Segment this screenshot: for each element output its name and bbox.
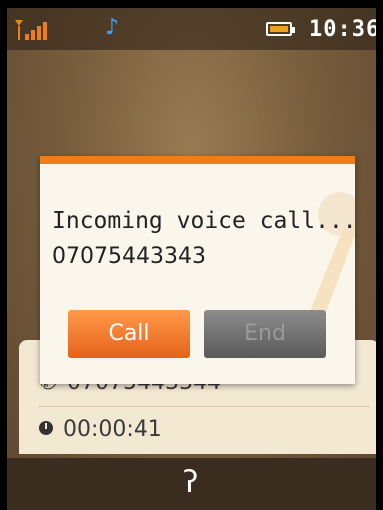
caller-number: 07075443343 bbox=[52, 244, 206, 269]
status-time: 10:36 bbox=[309, 17, 376, 42]
divider bbox=[39, 406, 369, 407]
clock-icon bbox=[39, 421, 53, 435]
call-duration-row: 00:00:41 bbox=[39, 417, 162, 442]
hearing-icon[interactable]: ʔ bbox=[183, 466, 198, 500]
incoming-call-message: Incoming voice call... bbox=[52, 208, 355, 234]
phone-screen: ♪ 10:36 ✆07075443344 00:00:41 ʔ Incoming… bbox=[7, 8, 376, 510]
signal-bars-icon bbox=[15, 20, 47, 40]
music-note-icon: ♪ bbox=[105, 15, 120, 40]
end-button[interactable]: End bbox=[204, 310, 326, 358]
incoming-call-dialog: Incoming voice call... 07075443343 Call … bbox=[40, 156, 355, 384]
call-duration: 00:00:41 bbox=[63, 417, 162, 442]
battery-icon bbox=[266, 22, 295, 36]
status-bar: ♪ 10:36 bbox=[7, 8, 376, 50]
call-button[interactable]: Call bbox=[68, 310, 190, 358]
